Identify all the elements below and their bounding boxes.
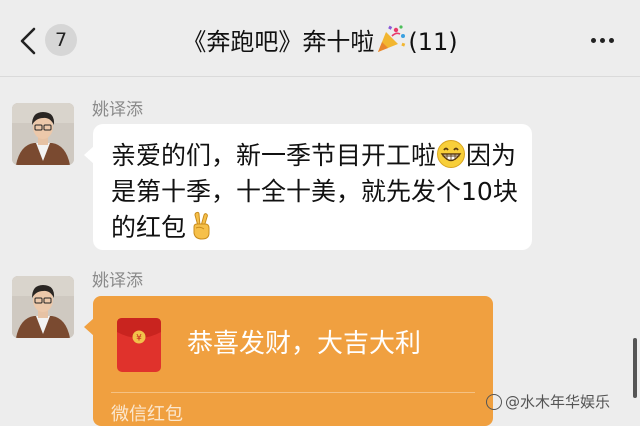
party-popper-icon xyxy=(374,24,408,54)
avatar[interactable] xyxy=(12,103,74,165)
red-packet-message[interactable]: ¥ 恭喜发财，大吉大利 微信红包 xyxy=(93,296,493,426)
red-packet-greeting: 恭喜发财，大吉大利 xyxy=(187,329,422,359)
chat-title-text: 《奔跑吧》奔十啦 xyxy=(182,28,375,56)
unread-count-badge[interactable]: 7 xyxy=(45,24,77,56)
sender-name: 姚译添 xyxy=(92,100,143,120)
watermark: @水木年华娱乐 xyxy=(486,393,610,411)
member-count: (11) xyxy=(408,28,458,56)
bubble-tail xyxy=(84,146,94,164)
chat-header: 7 《奔跑吧》奔十啦 (11) xyxy=(0,0,640,78)
back-button[interactable] xyxy=(14,24,44,58)
watermark-logo-icon xyxy=(486,394,502,410)
chat-title: 《奔跑吧》奔十啦 (11) xyxy=(120,22,520,62)
watermark-text: @水木年华娱乐 xyxy=(505,393,611,411)
message-bubble[interactable]: 亲爱的们，新一季节目开工啦 因为是第十季，十全十美，就先发个10块的红包 xyxy=(93,124,532,250)
victory-hand-emoji xyxy=(186,211,216,241)
avatar[interactable] xyxy=(12,276,74,338)
message-text-part: 亲爱的们，新一季节目开工啦 xyxy=(111,141,437,170)
more-options-button[interactable] xyxy=(580,28,624,52)
sender-name: 姚译添 xyxy=(92,271,143,291)
bubble-tail xyxy=(84,318,94,336)
red-envelope-icon: ¥ xyxy=(117,318,161,372)
chevron-left-icon xyxy=(20,27,36,55)
red-packet-divider xyxy=(111,392,475,393)
scrollbar[interactable] xyxy=(633,338,637,398)
more-dots-icon xyxy=(591,38,596,43)
red-packet-label: 微信红包 xyxy=(111,404,183,425)
grinning-face-emoji xyxy=(436,139,466,169)
message-text: 亲爱的们，新一季节目开工啦 因为是第十季，十全十美，就先发个10块的红包 xyxy=(111,138,531,246)
svg-text:¥: ¥ xyxy=(136,334,142,344)
header-divider xyxy=(0,76,640,77)
